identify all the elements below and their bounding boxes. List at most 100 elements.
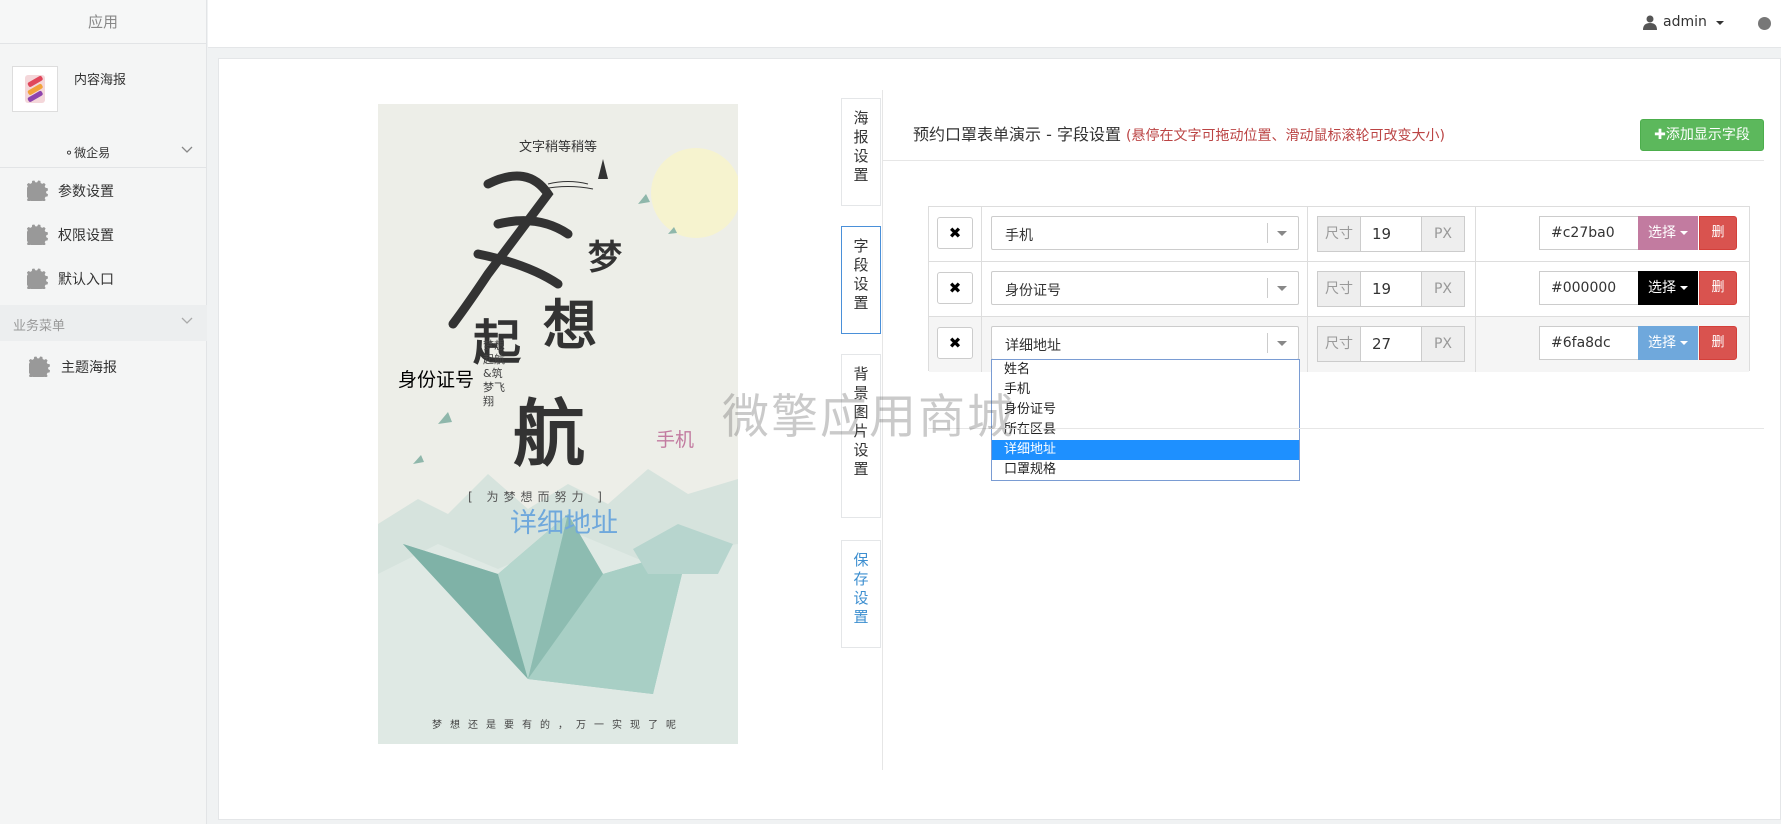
delete-button[interactable]: 删 — [1699, 326, 1737, 360]
size-label: 尺寸 — [1317, 326, 1361, 362]
delete-button[interactable]: 删 — [1699, 271, 1737, 305]
dropdown-option[interactable]: 身份证号 — [992, 400, 1299, 420]
gear-icon — [27, 180, 48, 201]
field-settings-note: (悬停在文字可拖动位置、滑动鼠标滚轮可改变大小) — [1126, 128, 1445, 144]
poster-subtitle: 文字稍等稍等 — [518, 140, 597, 155]
dropdown-option[interactable]: 所在区县 — [992, 420, 1299, 440]
table-row: ✖ 身份证号 尺寸 19 PX #000000 选择 删 — [929, 262, 1749, 317]
field-select[interactable]: 手机 — [991, 216, 1299, 250]
section-label: 业务菜单 — [13, 319, 66, 334]
sidebar: 应用 内容海报 ⚬微企易 参数设置 权限设置 默认入口 业务菜单 主题海报 — [0, 0, 207, 824]
top-bar: admin — [208, 0, 1781, 48]
sidebar-item-label: 主题海报 — [61, 360, 117, 376]
unit-label: PX — [1421, 271, 1465, 307]
divider — [882, 160, 1764, 161]
caret-down-icon — [1716, 21, 1724, 25]
dropdown-option[interactable]: 口罩规格 — [992, 460, 1299, 480]
plus-icon: ✚ — [1654, 127, 1666, 143]
caret-down-icon — [1277, 231, 1287, 236]
size-input[interactable]: 19 — [1360, 271, 1422, 307]
field-settings-title: 预约口罩表单演示 - 字段设置 (悬停在文字可拖动位置、滑动鼠标滚轮可改变大小) — [913, 125, 1445, 144]
chevron-down-icon — [181, 146, 193, 153]
color-input[interactable]: #6fa8dc — [1539, 326, 1639, 360]
gear-icon — [27, 224, 48, 245]
table-row: ✖ 手机 尺寸 19 PX #c27ba0 选择 删 — [929, 207, 1749, 262]
sidebar-item-label: 默认入口 — [58, 272, 114, 288]
caret-down-icon — [1277, 341, 1287, 346]
app-name: 内容海报 — [74, 73, 127, 88]
sidebar-item-theme-poster[interactable]: 主题海报 — [0, 346, 207, 386]
sidebar-item-default-entry[interactable]: 默认入口 — [0, 258, 207, 298]
color-pick-button[interactable]: 选择 — [1638, 271, 1698, 305]
color-input-group: #6fa8dc 选择 删 — [1539, 326, 1739, 360]
poster-preview: 梦 起 想 航 文字稍等稍等 梦想起航&筑梦飞翔 身份证号 手机 [ 为梦想而努… — [378, 104, 738, 744]
gear-icon — [29, 356, 50, 377]
poster-field-phone[interactable]: 手机 — [656, 425, 694, 452]
field-dropdown-list[interactable]: 姓名 手机 身份证号 所在区县 详细地址 口罩规格 — [991, 359, 1300, 481]
remove-row-button[interactable]: ✖ — [937, 327, 973, 359]
field-select-value: 身份证号 — [1005, 283, 1061, 299]
color-pick-button[interactable]: 选择 — [1638, 326, 1698, 360]
color-pick-button[interactable]: 选择 — [1638, 216, 1698, 250]
color-input-group: #000000 选择 删 — [1539, 271, 1739, 305]
poster-footer: 梦想还是要有的，万一实现了呢 — [432, 720, 684, 731]
tab-field-settings[interactable]: 字段设置 — [841, 226, 881, 334]
field-select[interactable]: 详细地址 — [991, 326, 1299, 360]
company-switcher[interactable]: ⚬微企易 — [0, 140, 207, 168]
size-input[interactable]: 27 — [1360, 326, 1422, 362]
field-select-value: 详细地址 — [1005, 338, 1061, 354]
tab-poster-settings[interactable]: 海报设置 — [841, 98, 881, 206]
size-input-group: 尺寸 19 PX — [1317, 271, 1467, 307]
tab-label: 字段设置 — [853, 237, 869, 312]
chevron-down-icon — [181, 317, 193, 324]
unit-label: PX — [1421, 326, 1465, 362]
dropdown-option[interactable]: 手机 — [992, 380, 1299, 400]
divider — [882, 90, 883, 770]
color-input[interactable]: #c27ba0 — [1539, 216, 1639, 250]
field-table: ✖ 手机 尺寸 19 PX #c27ba0 选择 删 ✖ 身份证号 尺寸 19 … — [928, 206, 1750, 372]
sidebar-item-permissions[interactable]: 权限设置 — [0, 214, 207, 254]
tab-label: 保存设置 — [853, 551, 869, 626]
unit-label: PX — [1421, 216, 1465, 252]
poster-field-id[interactable]: 身份证号 — [398, 365, 474, 392]
size-label: 尺寸 — [1317, 216, 1361, 252]
gear-icon — [27, 268, 48, 289]
tab-label: 海报设置 — [853, 109, 869, 184]
color-input-group: #c27ba0 选择 删 — [1539, 216, 1739, 250]
field-select-value: 手机 — [1005, 228, 1033, 244]
app-logo — [12, 66, 58, 112]
size-input[interactable]: 19 — [1360, 216, 1422, 252]
sidebar-header: 应用 — [0, 0, 206, 44]
user-icon — [1643, 15, 1657, 30]
field-select[interactable]: 身份证号 — [991, 271, 1299, 305]
tab-save-settings[interactable]: 保存设置 — [841, 540, 881, 648]
sidebar-item-label: 参数设置 — [58, 184, 114, 200]
poster-artwork: 梦 起 想 航 — [378, 159, 738, 744]
poster-vertical-text: 梦想起航&筑梦飞翔 — [483, 339, 505, 408]
sidebar-item-label: 权限设置 — [58, 228, 114, 244]
tab-background-settings[interactable]: 背景图片设置 — [841, 354, 881, 518]
remove-row-button[interactable]: ✖ — [937, 217, 973, 249]
svg-text:航: 航 — [513, 391, 585, 476]
size-input-group: 尺寸 27 PX — [1317, 326, 1467, 362]
tab-label: 背景图片设置 — [853, 365, 869, 478]
size-label: 尺寸 — [1317, 271, 1361, 307]
remove-row-button[interactable]: ✖ — [937, 272, 973, 304]
sidebar-item-params[interactable]: 参数设置 — [0, 170, 207, 210]
user-name: admin — [1663, 14, 1707, 30]
company-label: ⚬微企易 — [64, 146, 111, 160]
dropdown-option[interactable]: 姓名 — [992, 360, 1299, 380]
poster-field-address[interactable]: 详细地址 — [510, 501, 618, 540]
user-menu[interactable]: admin — [1643, 13, 1725, 33]
delete-button[interactable]: 删 — [1699, 216, 1737, 250]
divider — [928, 428, 1764, 429]
dropdown-option-selected[interactable]: 详细地址 — [992, 440, 1299, 460]
size-input-group: 尺寸 19 PX — [1317, 216, 1467, 252]
svg-text:想: 想 — [543, 293, 597, 357]
business-menu-section[interactable]: 业务菜单 — [0, 305, 207, 341]
color-input[interactable]: #000000 — [1539, 271, 1639, 305]
svg-text:梦: 梦 — [588, 238, 622, 278]
add-field-button[interactable]: ✚添加显示字段 — [1640, 119, 1764, 151]
caret-down-icon — [1277, 286, 1287, 291]
chat-icon[interactable] — [1758, 17, 1771, 30]
